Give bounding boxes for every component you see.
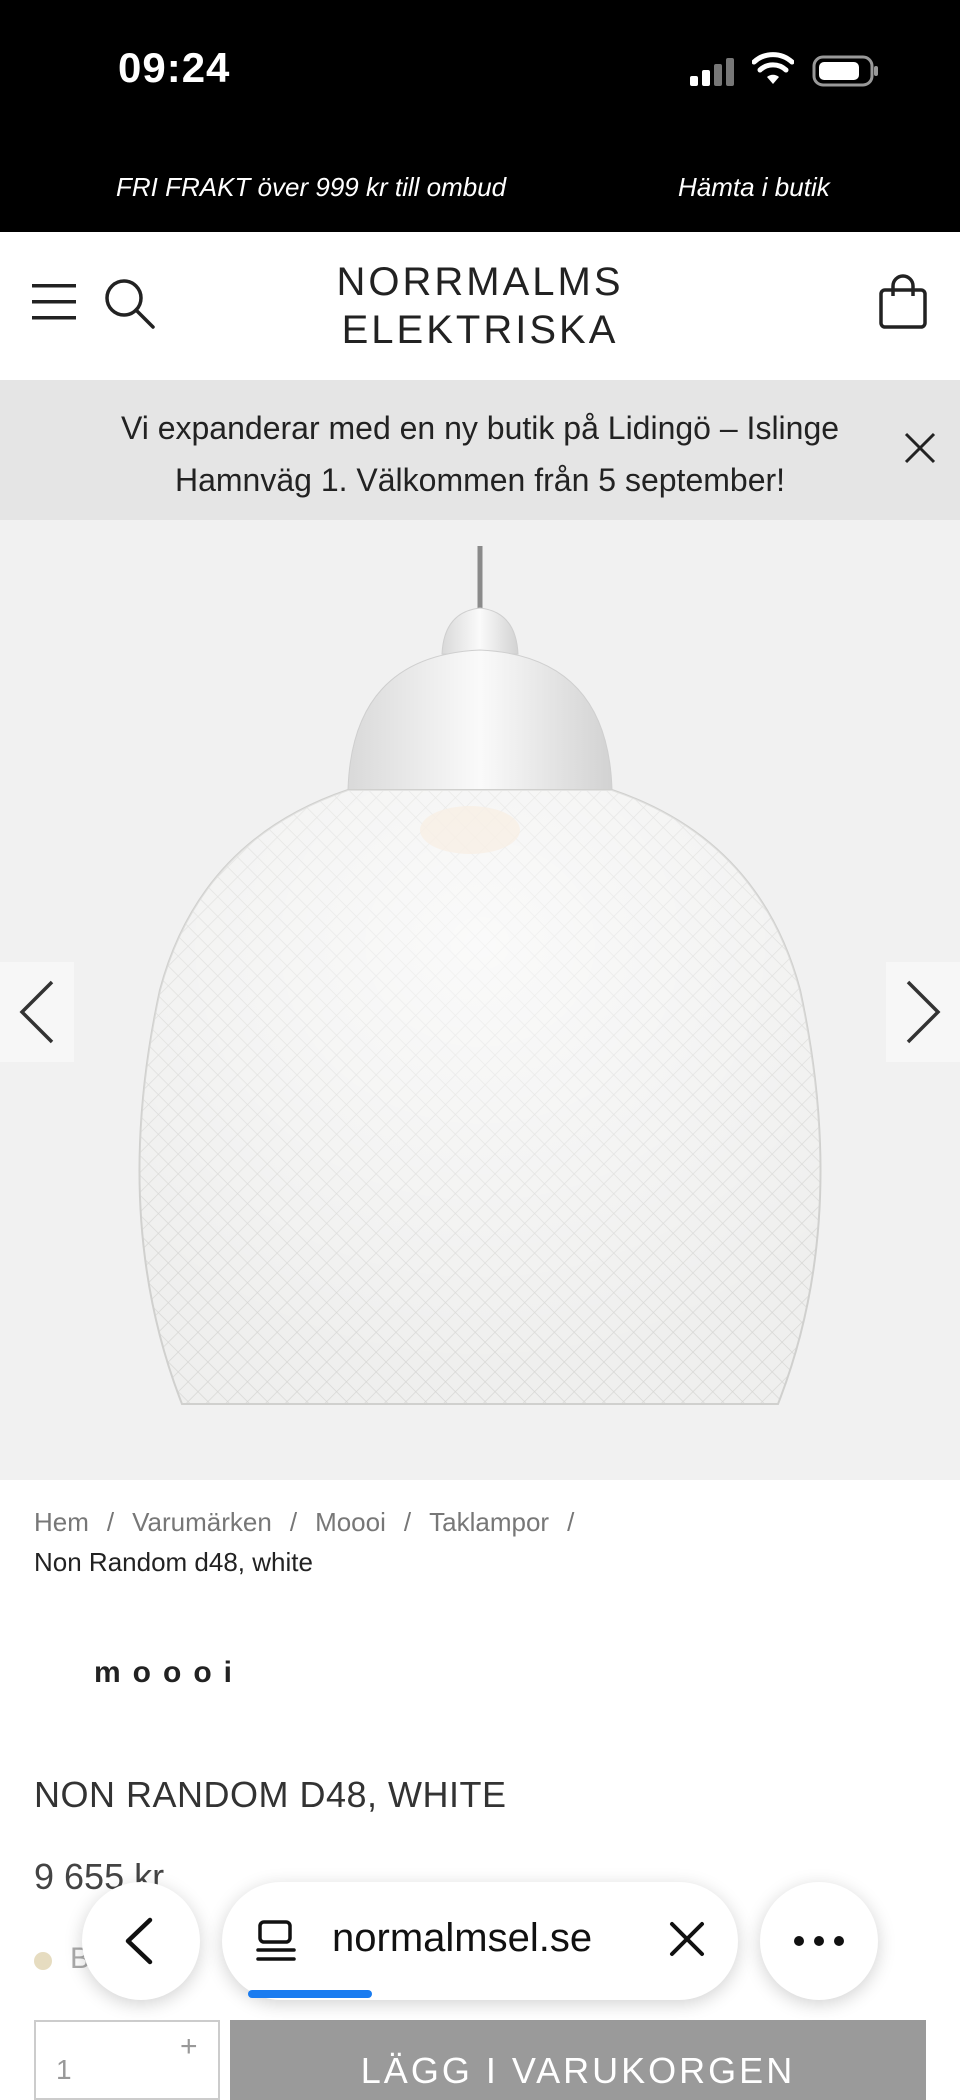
chevron-left-icon [19, 980, 54, 1044]
more-options-icon [794, 1936, 844, 1946]
breadcrumb-separator: / [289, 1507, 298, 1537]
free-shipping-promo[interactable]: FRI FRAKT över 999 kr till ombud [116, 172, 506, 203]
brand-logo[interactable]: moooi [94, 1656, 244, 1690]
product-title: NON RANDOM D48, WHITE [34, 1774, 507, 1815]
announcement-text: Vi expanderar med en ny butik på Lidingö… [120, 410, 840, 498]
wifi-icon [752, 52, 794, 84]
status-bar: 09:24 FRI FRAKT över 999 kr till ombud H… [0, 0, 960, 232]
search-icon[interactable] [102, 276, 156, 330]
breadcrumb-current: Non Random d48, white [34, 1547, 313, 1577]
announcement-banner: Vi expanderar med en ny butik på Lidingö… [0, 380, 960, 520]
cellular-signal-icon [690, 58, 734, 86]
site-header: NORRMALMS ELEKTRISKA [0, 232, 960, 380]
next-image-button[interactable] [886, 962, 960, 1062]
logo-line-1: NORRMALMS [336, 260, 624, 304]
battery-icon [812, 55, 878, 87]
quantity-increase-button[interactable]: + [180, 2030, 198, 2064]
breadcrumb-ceiling-lamps[interactable]: Taklampor [429, 1507, 549, 1537]
breadcrumb-separator: / [567, 1507, 575, 1537]
pickup-in-store-promo[interactable]: Hämta i butik [678, 172, 830, 203]
breadcrumb-brands[interactable]: Varumärken [132, 1507, 272, 1537]
breadcrumb-separator: / [106, 1507, 115, 1537]
breadcrumb: Hem / Varumärken / Moooi / Taklampor / Non Rand… [34, 1502, 934, 1582]
breadcrumb-home[interactable]: Hem [34, 1507, 89, 1537]
logo-line-2: ELEKTRISKA [341, 308, 619, 352]
page-load-progress [248, 1990, 372, 1998]
previous-image-button[interactable] [0, 962, 74, 1062]
browser-more-button[interactable] [760, 1882, 878, 2000]
page-menu-icon[interactable] [254, 1918, 300, 1964]
close-icon[interactable] [666, 1918, 708, 1960]
quantity-value[interactable]: 1 [56, 2054, 72, 2086]
status-time: 09:24 [118, 44, 231, 91]
stock-status-dot [34, 1952, 52, 1970]
browser-back-button[interactable] [82, 1882, 200, 2000]
site-logo[interactable]: NORRMALMS ELEKTRISKA [330, 258, 630, 354]
breadcrumb-separator: / [403, 1507, 412, 1537]
shopping-bag-icon[interactable] [878, 274, 928, 330]
browser-url[interactable]: normalmsel.se [332, 1916, 592, 1961]
chevron-right-icon [906, 980, 941, 1044]
breadcrumb-moooi[interactable]: Moooi [315, 1507, 386, 1537]
product-image[interactable] [0, 520, 960, 1480]
pendant-lamp-image [0, 520, 960, 1480]
hamburger-menu-icon[interactable] [32, 282, 78, 322]
close-icon[interactable] [900, 428, 940, 468]
add-to-cart-button[interactable]: LÄGG I VARUKORGEN [230, 2020, 926, 2100]
chevron-left-icon [125, 1917, 153, 1965]
